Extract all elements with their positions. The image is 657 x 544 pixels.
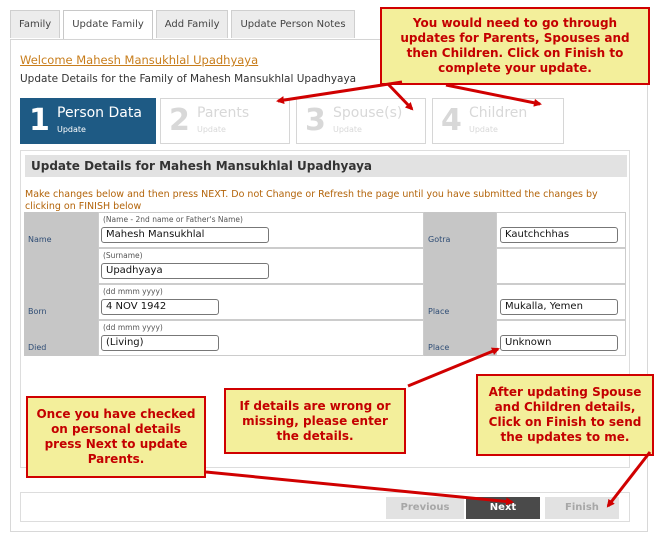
- step-subtitle: Update: [197, 125, 226, 134]
- born-label: Born: [28, 307, 47, 316]
- finish-button[interactable]: Finish: [545, 497, 619, 519]
- callout-top: You would need to go through updates for…: [380, 7, 650, 85]
- died-date-input[interactable]: (Living): [101, 335, 219, 351]
- page-subtitle: Update Details for the Family of Mahesh …: [20, 73, 357, 85]
- step-title: Parents: [197, 105, 250, 121]
- tab-update-family[interactable]: Update Family: [63, 10, 153, 40]
- died-date-hint: (dd mmm yyyy): [103, 323, 163, 332]
- empty-cell: [496, 248, 626, 284]
- step-subtitle: Update: [469, 125, 498, 134]
- label-column-right: [424, 212, 496, 356]
- step-number: 2: [169, 103, 190, 138]
- instructions-text: Make changes below and then press NEXT. …: [25, 189, 598, 212]
- tab-family[interactable]: Family: [10, 10, 61, 38]
- step-number: 1: [29, 103, 50, 138]
- died-label: Died: [28, 343, 47, 352]
- step-children[interactable]: 4 Children Update: [432, 98, 564, 144]
- died-place-input[interactable]: Unknown: [500, 335, 618, 351]
- step-number: 4: [441, 103, 462, 138]
- gotra-input[interactable]: Kautchchhas: [500, 227, 618, 243]
- gotra-label: Gotra: [428, 235, 451, 244]
- born-date-input[interactable]: 4 NOV 1942: [101, 299, 219, 315]
- name-hint: (Name - 2nd name or Father's Name): [103, 215, 243, 224]
- name-label: Name: [28, 235, 52, 244]
- callout-right: After updating Spouse and Children detai…: [476, 374, 654, 456]
- panel-title: Update Details for Mahesh Mansukhlal Upa…: [25, 155, 627, 177]
- died-place-label: Place: [428, 343, 450, 352]
- callout-left: Once you have checked on personal detail…: [26, 396, 206, 478]
- born-date-hint: (dd mmm yyyy): [103, 287, 163, 296]
- tab-update-person-notes[interactable]: Update Person Notes: [231, 10, 355, 38]
- label-column-left: [24, 212, 98, 356]
- step-title: Children: [469, 105, 528, 121]
- next-button[interactable]: Next: [466, 497, 540, 519]
- step-parents[interactable]: 2 Parents Update: [160, 98, 290, 144]
- born-place-input[interactable]: Mukalla, Yemen: [500, 299, 618, 315]
- previous-button[interactable]: Previous: [386, 497, 464, 519]
- tab-bar: Family Update Family Add Family Update P…: [10, 10, 355, 40]
- callout-middle: If details are wrong or missing, please …: [224, 388, 406, 454]
- step-title: Person Data: [57, 105, 142, 121]
- surname-hint: (Surname): [103, 251, 143, 260]
- step-person-data[interactable]: 1 Person Data Update: [20, 98, 156, 144]
- born-place-label: Place: [428, 307, 450, 316]
- step-subtitle: Update: [57, 125, 86, 134]
- step-number: 3: [305, 103, 326, 138]
- step-subtitle: Update: [333, 125, 362, 134]
- step-spouses[interactable]: 3 Spouse(s) Update: [296, 98, 426, 144]
- step-title: Spouse(s): [333, 105, 403, 121]
- name-input[interactable]: Mahesh Mansukhlal: [101, 227, 269, 243]
- tab-add-family[interactable]: Add Family: [155, 10, 229, 38]
- welcome-link[interactable]: Welcome Mahesh Mansukhlal Upadhyaya: [20, 53, 258, 67]
- surname-input[interactable]: Upadhyaya: [101, 263, 269, 279]
